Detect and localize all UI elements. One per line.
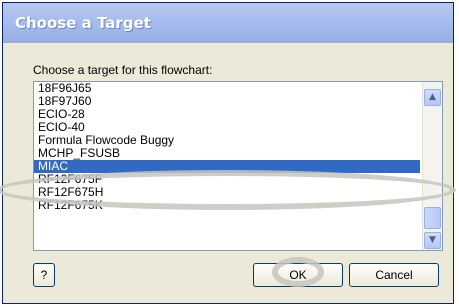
list-item[interactable]: ECIO-40 <box>34 121 420 134</box>
list-item[interactable]: RF12F675F <box>34 173 420 186</box>
target-listbox[interactable]: 18F96J65 18F97J60 ECIO-28 ECIO-40 Formula Fl… <box>33 81 443 251</box>
cancel-button[interactable]: Cancel <box>349 263 439 287</box>
list-item[interactable]: 18F97J60 <box>34 95 420 108</box>
ok-button[interactable]: OK <box>253 263 343 287</box>
list-item[interactable]: Formula Flowcode Buggy <box>34 134 420 147</box>
help-button[interactable]: ? <box>33 263 55 287</box>
title-bar[interactable]: Choose a Target <box>3 3 453 43</box>
scroll-down-button[interactable]: ▼ <box>424 232 441 249</box>
list-item[interactable]: 18F96J65 <box>34 82 420 95</box>
choose-target-dialog: Choose a Target Choose a target for this… <box>2 2 454 304</box>
list-item[interactable]: ECIO-28 <box>34 108 420 121</box>
scroll-up-button[interactable]: ▲ <box>424 89 441 106</box>
prompt-label: Choose a target for this flowchart: <box>33 63 213 77</box>
list-item[interactable]: RF12F675H <box>34 186 420 199</box>
vertical-scrollbar[interactable]: ▲ ▼ <box>422 82 442 250</box>
scroll-thumb[interactable] <box>424 207 441 229</box>
arrow-down-icon: ▼ <box>429 235 436 245</box>
list-item[interactable]: MCHP_FSUSB <box>34 147 420 160</box>
list-item-selected[interactable]: MIAC <box>34 160 420 173</box>
dialog-title: Choose a Target <box>15 14 151 32</box>
arrow-up-icon: ▲ <box>429 92 436 102</box>
target-list: 18F96J65 18F97J60 ECIO-28 ECIO-40 Formula Fl… <box>34 82 420 212</box>
list-item[interactable]: RF12F675K <box>34 199 420 212</box>
